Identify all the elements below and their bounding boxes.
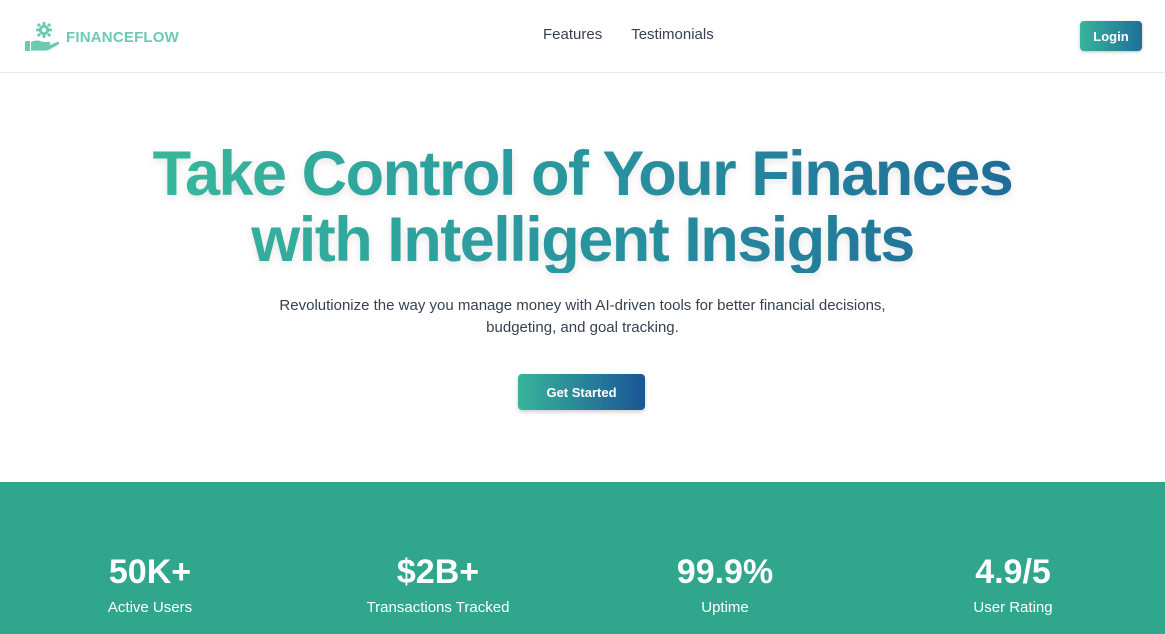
stats-section: 50K+ Active Users $2B+ Transactions Trac… bbox=[0, 482, 1165, 634]
nav-links: Features Testimonials bbox=[543, 26, 714, 43]
stat-label: Active Users bbox=[107, 599, 193, 616]
stat-active-users: 50K+ Active Users bbox=[40, 554, 260, 617]
stat-value: 99.9% bbox=[676, 553, 774, 591]
stat-transactions-tracked: $2B+ Transactions Tracked bbox=[328, 554, 548, 617]
login-button[interactable]: Login bbox=[1080, 21, 1142, 51]
stat-value: 4.9/5 bbox=[975, 553, 1051, 591]
nav-link-testimonials[interactable]: Testimonials bbox=[631, 26, 714, 43]
hero-subtitle-line-1: Revolutionize the way you manage money w… bbox=[279, 297, 886, 314]
brand[interactable]: FINANCEFLOW bbox=[24, 20, 179, 54]
get-started-button[interactable]: Get Started bbox=[518, 374, 645, 410]
stat-label: User Rating bbox=[973, 599, 1053, 616]
nav-link-features[interactable]: Features bbox=[543, 26, 602, 43]
brand-name: FINANCEFLOW bbox=[66, 28, 180, 46]
stat-value: $2B+ bbox=[396, 553, 480, 591]
hand-gear-icon bbox=[25, 22, 60, 51]
stat-uptime: 99.9% Uptime bbox=[615, 554, 835, 617]
hero-title-line-1: Take Control of Your Finances bbox=[152, 139, 1013, 209]
stat-user-rating: 4.9/5 User Rating bbox=[903, 554, 1123, 617]
navbar: FINANCEFLOW Features Testimonials Login bbox=[0, 0, 1165, 73]
stat-value: 50K+ bbox=[108, 553, 192, 591]
stat-label: Transactions Tracked bbox=[366, 599, 510, 616]
hero-section: Take Control of Your Finances with Intel… bbox=[0, 73, 1165, 482]
hero-title: Take Control of Your Finances with Intel… bbox=[0, 141, 1165, 273]
hero-title-line-2: with Intelligent Insights bbox=[251, 205, 914, 275]
stat-label: Uptime bbox=[701, 599, 749, 616]
hero-subtitle-line-2: budgeting, and goal tracking. bbox=[486, 319, 679, 336]
hero-subtitle: Revolutionize the way you manage money w… bbox=[0, 295, 1165, 339]
